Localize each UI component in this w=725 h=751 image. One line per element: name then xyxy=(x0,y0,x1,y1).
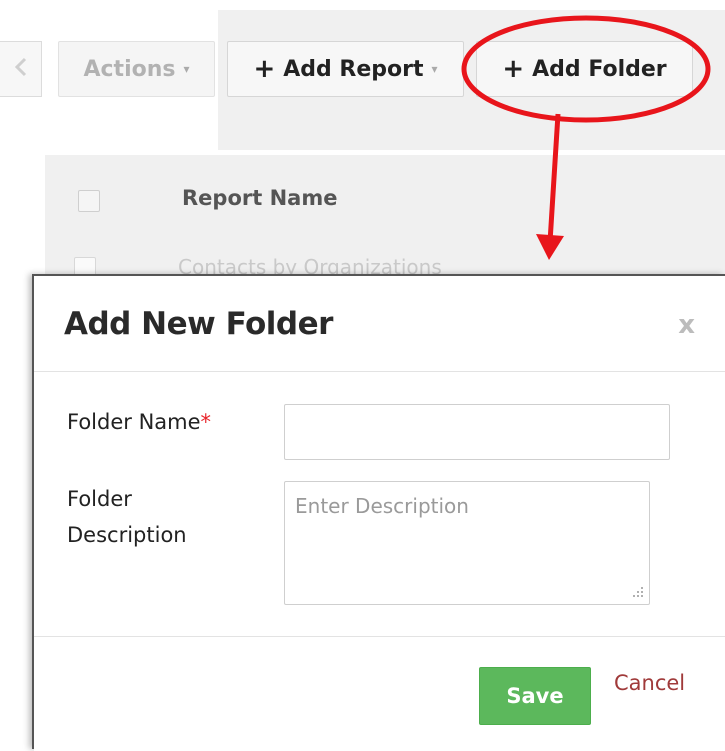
caret-down-icon: ▾ xyxy=(431,62,438,76)
add-folder-dialog: Add New Folder x Folder Name* Folder Des… xyxy=(32,274,725,751)
save-button[interactable]: Save xyxy=(479,667,591,725)
actions-label: Actions xyxy=(83,56,176,82)
back-button[interactable] xyxy=(0,41,42,97)
report-name-column-header[interactable]: Report Name xyxy=(182,186,337,210)
add-report-button[interactable]: + Add Report ▾ xyxy=(227,41,464,97)
highlight-ellipse xyxy=(461,15,711,123)
chevron-left-icon xyxy=(14,57,28,81)
folder-description-input[interactable] xyxy=(284,481,650,605)
resize-grip-icon[interactable] xyxy=(632,586,644,601)
close-icon[interactable]: x xyxy=(678,310,695,340)
cancel-link[interactable]: Cancel xyxy=(614,671,685,695)
required-marker: * xyxy=(200,410,212,434)
select-all-checkbox[interactable] xyxy=(78,190,100,212)
plus-icon: + xyxy=(253,54,276,84)
folder-description-label: Folder Description xyxy=(67,487,187,547)
footer-divider xyxy=(34,636,725,637)
header-divider xyxy=(34,371,725,372)
caret-down-icon: ▾ xyxy=(183,62,190,76)
add-report-label: Add Report xyxy=(283,56,424,82)
arrow-down-icon xyxy=(536,113,564,260)
folder-name-label: Folder Name* xyxy=(67,410,212,434)
dialog-title: Add New Folder xyxy=(64,306,333,342)
folder-name-input[interactable] xyxy=(284,404,670,460)
actions-dropdown[interactable]: Actions ▾ xyxy=(58,41,215,97)
